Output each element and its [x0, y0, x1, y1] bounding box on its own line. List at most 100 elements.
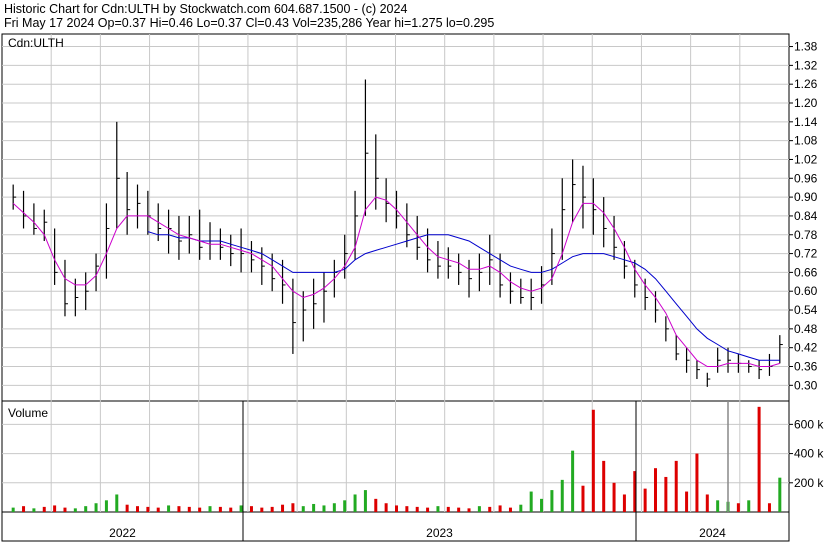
volume-bar — [477, 506, 481, 512]
volume-bar — [664, 476, 668, 512]
price-tick-label: 1.20 — [794, 96, 818, 110]
year-label: 2023 — [426, 526, 453, 540]
symbol-label: Cdn:ULTH — [8, 36, 64, 50]
volume-bar — [747, 500, 751, 512]
price-tick-label: 1.26 — [794, 77, 818, 91]
volume-tick-label: 400 k — [794, 447, 824, 461]
volume-bar — [136, 506, 139, 512]
volume-bar — [612, 482, 616, 512]
volume-bar — [208, 506, 212, 512]
price-tick-label: 0.60 — [794, 284, 818, 298]
volume-bar — [239, 505, 243, 512]
volume-bar — [695, 453, 699, 512]
volume-bar — [53, 505, 57, 512]
volume-bar — [301, 506, 305, 512]
price-tick-label: 0.48 — [794, 322, 818, 336]
volume-bar — [125, 504, 129, 512]
price-tick-label: 0.54 — [794, 303, 818, 317]
volume-bar — [22, 506, 26, 512]
volume-bar — [519, 504, 523, 512]
volume-bar — [540, 498, 544, 512]
volume-bar — [571, 450, 575, 512]
volume-bar — [581, 485, 585, 512]
volume-bar — [395, 505, 398, 512]
volume-bar — [685, 491, 689, 512]
volume-bar — [591, 409, 595, 512]
volume-bar — [115, 494, 119, 512]
volume-bar — [415, 506, 419, 512]
volume-bar — [446, 506, 450, 512]
volume-bar — [384, 503, 388, 512]
year-label: 2022 — [109, 526, 136, 540]
volume-bar — [177, 506, 181, 512]
volume-bar — [643, 488, 647, 512]
volume-bar — [167, 505, 171, 512]
volume-bar — [529, 491, 533, 512]
volume-bar — [84, 506, 88, 512]
volume-bar — [312, 503, 316, 512]
volume-bar — [498, 505, 502, 512]
volume-bar — [343, 500, 347, 512]
price-tick-label: 0.96 — [794, 171, 818, 185]
volume-bar — [405, 506, 409, 512]
volume-bar — [436, 506, 440, 512]
volume-bar — [467, 508, 471, 512]
volume-bar — [94, 503, 98, 512]
volume-bar — [146, 506, 150, 512]
volume-bar — [229, 507, 233, 512]
volume-bar — [270, 506, 274, 512]
volume-bar — [32, 508, 36, 512]
volume-bar — [198, 507, 202, 512]
volume-bar — [674, 460, 678, 512]
volume-bar — [488, 506, 492, 512]
price-tick-label: 1.08 — [794, 134, 818, 148]
volume-bar — [104, 500, 108, 512]
price-tick-label: 0.36 — [794, 359, 818, 373]
price-tick-label: 0.72 — [794, 247, 818, 261]
price-tick-label: 1.14 — [794, 115, 818, 129]
volume-tick-label: 600 k — [794, 417, 824, 431]
volume-bar — [332, 503, 336, 512]
volume-bar — [705, 494, 709, 512]
volume-bar — [322, 505, 326, 512]
volume-bar — [757, 406, 761, 512]
price-tick-label: 1.02 — [794, 152, 818, 166]
volume-bar — [622, 494, 626, 512]
volume-bar — [73, 508, 77, 512]
volume-bar — [550, 490, 554, 512]
volume-bar — [353, 494, 357, 512]
price-tick-label: 0.78 — [794, 228, 818, 242]
volume-bar — [187, 506, 191, 512]
volume-bar — [281, 504, 285, 512]
volume-bar — [249, 506, 253, 512]
volume-bar — [602, 460, 606, 512]
price-tick-label: 0.90 — [794, 190, 818, 204]
stock-chart: 1.38 1.32 1.26 1.20 1.14 1.08 1.02 0.96 0.90 0.84… — [1, 33, 824, 542]
volume-bar — [218, 506, 222, 512]
volume-bar — [260, 507, 264, 512]
volume-bar — [374, 498, 378, 512]
volume-bar — [291, 503, 295, 512]
volume-bar — [736, 503, 740, 512]
volume-bar — [778, 477, 782, 512]
volume-bar — [767, 503, 771, 512]
price-tick-label: 0.84 — [794, 209, 818, 223]
volume-bar — [156, 507, 160, 512]
volume-bar — [716, 500, 720, 512]
volume-bar — [560, 479, 564, 512]
volume-bar — [508, 507, 512, 512]
volume-label: Volume — [8, 406, 48, 420]
volume-bar — [11, 507, 15, 512]
price-tick-label: 0.66 — [794, 265, 818, 279]
price-y-axis: 1.38 1.32 1.26 1.20 1.14 1.08 1.02 0.96 0.90 0.84… — [789, 40, 818, 392]
year-label: 2024 — [699, 526, 726, 540]
volume-bar — [426, 507, 430, 512]
volume-y-axis: 600 k 400 k 200 k — [789, 417, 824, 490]
volume-bar — [42, 506, 46, 512]
volume-tick-label: 200 k — [794, 476, 824, 490]
volume-bar — [63, 507, 67, 512]
price-tick-label: 0.42 — [794, 341, 818, 355]
volume-bar — [654, 468, 657, 512]
price-tick-label: 1.38 — [794, 40, 818, 54]
price-tick-label: 1.32 — [794, 58, 818, 72]
